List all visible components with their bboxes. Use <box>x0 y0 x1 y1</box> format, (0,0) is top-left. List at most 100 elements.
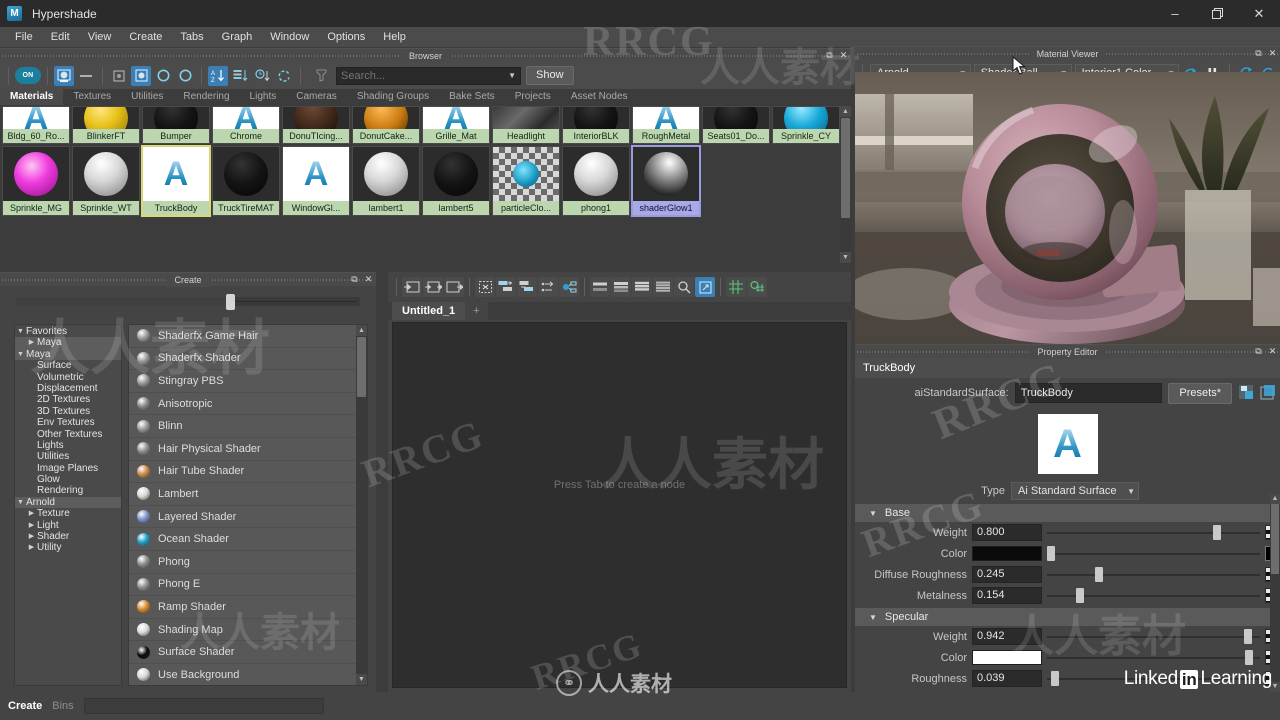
material-swatch[interactable]: TruckTireMAT <box>212 146 280 216</box>
bin-tab-shading-groups[interactable]: Shading Groups <box>347 89 439 105</box>
scrollbar-thumb[interactable] <box>841 118 850 218</box>
tree-twisty-icon[interactable]: ▶ <box>26 337 37 348</box>
material-swatch[interactable]: A WindowGl... <box>282 146 350 216</box>
create-tree-item[interactable]: ▶ Shader <box>15 531 121 542</box>
create-tree-item[interactable]: Glow <box>15 474 121 485</box>
search-input[interactable] <box>341 69 501 82</box>
attribute-section-header[interactable]: ▼ Base <box>855 504 1280 522</box>
section-twisty-icon[interactable]: ▼ <box>869 613 877 622</box>
material-swatch[interactable]: A Bldg_60_Ro... <box>2 106 70 144</box>
duplicate-node-icon[interactable] <box>1260 384 1276 403</box>
create-node-item[interactable]: Phong <box>129 551 367 574</box>
sort-alphabetical-icon[interactable]: AZ <box>208 65 228 86</box>
layout-horizontal-2-icon[interactable] <box>611 277 631 297</box>
swatch-size-small-button[interactable] <box>131 65 151 86</box>
attribute-section-header[interactable]: ▼ Specular <box>855 608 1280 626</box>
create-node-item[interactable]: Phong E <box>129 574 367 597</box>
attribute-slider[interactable] <box>1047 628 1260 645</box>
menu-help[interactable]: Help <box>374 27 415 48</box>
scrollbar-thumb[interactable] <box>357 337 366 397</box>
scroll-down-icon[interactable]: ▼ <box>356 674 367 685</box>
chevron-down-icon[interactable]: ▼ <box>508 71 516 80</box>
material-swatch[interactable]: Sprinkle_CY <box>772 106 840 144</box>
create-node-item[interactable]: Blinn <box>129 415 367 438</box>
create-tree-item[interactable]: Other Textures <box>15 429 121 440</box>
material-viewer-undock-button[interactable]: ⧉ <box>1253 47 1264 59</box>
tree-twisty-icon[interactable]: ▼ <box>15 326 26 337</box>
graph-input-connections-icon[interactable] <box>402 277 422 297</box>
material-swatch[interactable]: Seats01_Do... <box>702 106 770 144</box>
color-swatch-field[interactable] <box>972 650 1042 665</box>
filter-icon[interactable] <box>311 65 331 86</box>
show-connected-nodes-icon[interactable] <box>559 277 579 297</box>
browser-scrollbar[interactable]: ▲ ▼ <box>840 106 851 263</box>
material-swatch[interactable]: shaderGlow1 <box>631 145 701 217</box>
create-node-item[interactable]: Use Background <box>129 664 367 685</box>
create-node-item[interactable]: Hair Physical Shader <box>129 438 367 461</box>
material-swatch[interactable]: InteriorBLK <box>562 106 630 144</box>
attribute-slider[interactable] <box>1047 524 1260 541</box>
bin-tab-materials[interactable]: Materials <box>0 89 64 105</box>
remove-selected-from-graph-icon[interactable] <box>517 277 537 297</box>
create-tree-item[interactable]: ▶ Maya <box>15 337 121 349</box>
add-selected-to-graph-icon[interactable] <box>496 277 516 297</box>
material-swatch[interactable]: DonutCake... <box>352 106 420 144</box>
create-tree-item[interactable]: ▼ Favorites <box>15 326 121 337</box>
create-node-item[interactable]: Layered Shader <box>129 506 367 529</box>
property-editor-scrollbar[interactable]: ▲ ▼ <box>1270 494 1280 692</box>
material-swatch[interactable]: A TruckBody <box>141 145 211 217</box>
slider-handle[interactable] <box>1095 567 1104 582</box>
attribute-slider[interactable] <box>1047 566 1260 583</box>
graph-input-output-connections-icon[interactable] <box>423 277 443 297</box>
material-swatch[interactable]: Sprinkle_WT <box>72 146 140 216</box>
bottom-command-field[interactable] <box>83 698 324 714</box>
presets-button[interactable]: Presets* <box>1168 382 1232 404</box>
chevron-down-icon[interactable]: ▼ <box>1119 487 1135 496</box>
material-swatch[interactable]: BlinkerFT <box>72 106 140 144</box>
attribute-slider[interactable] <box>1047 587 1260 604</box>
create-tree-item[interactable]: ▶ Utility <box>15 542 121 553</box>
property-editor-close-button[interactable]: ✕ <box>1267 345 1278 357</box>
create-tree-item[interactable]: ▼ Maya <box>15 348 121 361</box>
slider-handle[interactable] <box>1213 525 1222 540</box>
slider-handle[interactable] <box>1075 588 1084 603</box>
menu-file[interactable]: File <box>6 27 42 48</box>
bin-tab-rendering[interactable]: Rendering <box>173 89 239 105</box>
attribute-value-input[interactable]: 0.039 <box>972 670 1042 687</box>
attribute-slider[interactable] <box>1047 649 1260 666</box>
menu-options[interactable]: Options <box>318 27 374 48</box>
create-tree-item[interactable]: Displacement <box>15 383 121 394</box>
create-node-item[interactable]: Lambert <box>129 483 367 506</box>
swatch-size-slider[interactable] <box>16 293 360 310</box>
create-category-tree[interactable]: ▼ Favorites ▶ Maya ▼ Maya Surface Volumetric Dis… <box>14 324 122 686</box>
grid-toggle-icon[interactable] <box>726 277 746 297</box>
create-tree-item[interactable]: Utilities <box>15 451 121 462</box>
node-list-scrollbar[interactable]: ▲ ▼ <box>356 325 367 685</box>
menu-window[interactable]: Window <box>261 27 318 48</box>
sort-by-type-icon[interactable] <box>230 65 250 86</box>
material-swatch[interactable]: Headlight <box>492 106 560 144</box>
material-swatch[interactable]: A Chrome <box>212 106 280 144</box>
create-tree-item[interactable]: Volumetric <box>15 372 121 383</box>
bin-tab-projects[interactable]: Projects <box>505 89 561 105</box>
create-node-list[interactable]: Shaderfx Game Hair Shaderfx Shader Stingra… <box>128 324 368 686</box>
create-tree-item[interactable]: ▼ Arnold <box>15 496 121 509</box>
save-preset-icon[interactable] <box>1238 384 1254 403</box>
add-work-tab-button[interactable]: + <box>465 302 488 320</box>
create-tree-item[interactable]: Surface <box>15 360 121 371</box>
material-swatch[interactable]: Sprinkle_MG <box>2 146 70 216</box>
layout-horizontal-1-icon[interactable] <box>590 277 610 297</box>
menu-view[interactable]: View <box>79 27 121 48</box>
scroll-up-icon[interactable]: ▲ <box>356 325 367 336</box>
tree-twisty-icon[interactable]: ▶ <box>26 508 37 519</box>
snap-to-grid-icon[interactable] <box>747 277 767 297</box>
scroll-up-icon[interactable]: ▲ <box>1270 494 1280 504</box>
create-node-item[interactable]: Shading Map <box>129 619 367 642</box>
create-tree-item[interactable]: Env Textures <box>15 417 121 428</box>
scroll-down-icon[interactable]: ▼ <box>840 252 851 263</box>
material-swatch[interactable]: Bumper <box>142 106 210 144</box>
material-swatch[interactable]: particleClo... <box>492 146 560 216</box>
bin-tab-lights[interactable]: Lights <box>240 89 287 105</box>
create-tree-item[interactable]: 2D Textures <box>15 394 121 405</box>
create-node-item[interactable]: Hair Tube Shader <box>129 461 367 484</box>
